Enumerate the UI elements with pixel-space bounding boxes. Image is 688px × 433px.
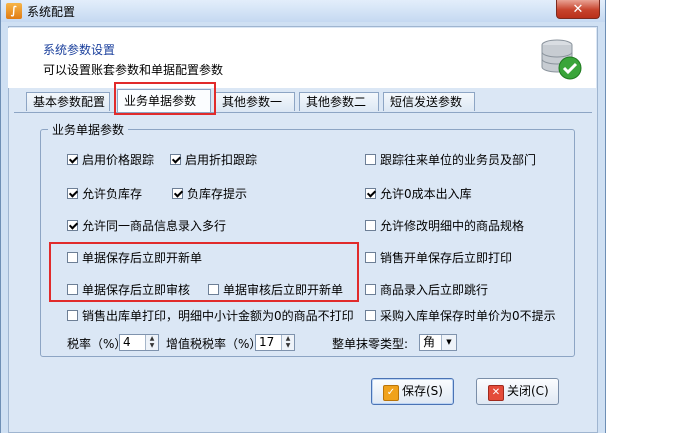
track-unit-staff-checkbox[interactable]: 跟踪往来单位的业务员及部门 (365, 152, 536, 168)
header-title: 系统参数设置 (43, 43, 116, 57)
checkbox-box (67, 188, 78, 199)
tab-other-params-2[interactable]: 其他参数二 (299, 92, 379, 111)
allow-negative-stock-checkbox[interactable]: 允许负库存 (67, 186, 142, 202)
spin-arrows[interactable]: ▲ ▼ (145, 335, 158, 350)
close-icon: ✕ (488, 385, 504, 401)
spin-up-icon[interactable]: ▲ (282, 335, 294, 342)
checkbox-box (170, 154, 181, 165)
checkbox-box (365, 310, 376, 321)
checkbox-label: 销售出库单打印，明细中小计金额为0的商品不打印 (82, 309, 354, 323)
spin-arrows[interactable]: ▲ ▼ (281, 335, 294, 350)
vat-rate-value: 17 (259, 335, 275, 349)
title-bar[interactable]: ∫ 系统配置 ✕ (1, 0, 605, 22)
tax-rate-value: 4 (123, 335, 131, 349)
checkbox-box (365, 154, 376, 165)
checkbox-label: 启用价格跟踪 (82, 153, 155, 167)
header-subtitle: 可以设置账套参数和单据配置参数 (43, 63, 224, 77)
no-print-zero-checkbox[interactable]: 销售出库单打印，明细中小计金额为0的商品不打印 (67, 308, 354, 324)
checkbox-box (365, 284, 376, 295)
header-panel: 系统参数设置 可以设置账套参数和单据配置参数 (8, 28, 596, 88)
dropdown-arrow-icon[interactable]: ▼ (441, 335, 456, 350)
allow-multi-line-checkbox[interactable]: 允许同一商品信息录入多行 (67, 218, 226, 234)
spin-down-icon[interactable]: ▼ (146, 342, 158, 349)
vat-rate-input[interactable]: 17 ▲ ▼ (255, 334, 295, 351)
window-title: 系统配置 (27, 5, 76, 19)
spin-down-icon[interactable]: ▼ (282, 342, 294, 349)
checkbox-label: 采购入库单保存时单价为0不提示 (380, 309, 556, 323)
checkbox-box (67, 220, 78, 231)
checkbox-box (172, 188, 183, 199)
checkbox-label: 商品录入后立即跳行 (380, 283, 489, 297)
vat-rate-label: 增值税税率（%）: (166, 337, 266, 351)
checkbox-label: 负库存提示 (187, 187, 248, 201)
checkbox-label: 允许同一商品信息录入多行 (82, 219, 227, 233)
tax-rate-input[interactable]: 4 ▲ ▼ (119, 334, 159, 351)
negative-stock-hint-checkbox[interactable]: 负库存提示 (172, 186, 247, 202)
allow-zero-cost-checkbox[interactable]: 允许0成本出入库 (365, 186, 472, 202)
checkbox-box (67, 154, 78, 165)
highlight-frame-tab (114, 82, 216, 115)
checkbox-box (365, 188, 376, 199)
price-track-checkbox[interactable]: 启用价格跟踪 (67, 152, 154, 168)
rounding-label: 整单抹零类型: (332, 337, 409, 351)
rounding-select[interactable]: 角 ▼ (419, 334, 457, 351)
highlight-frame-options (49, 242, 359, 302)
no-hint-zero-price-checkbox[interactable]: 采购入库单保存时单价为0不提示 (365, 308, 556, 324)
tab-other-params-1[interactable]: 其他参数一 (215, 92, 295, 111)
save-button[interactable]: ✓ 保存(S) (371, 378, 454, 405)
checkbox-box (365, 220, 376, 231)
close-button[interactable]: ✕ 关闭(C) (476, 378, 559, 405)
checkbox-label: 允许负库存 (82, 187, 143, 201)
group-title: 业务单据参数 (48, 121, 129, 138)
check-icon: ✓ (383, 385, 399, 401)
rounding-value: 角 (423, 335, 436, 349)
checkbox-label: 允许修改明细中的商品规格 (380, 219, 525, 233)
allow-modify-spec-checkbox[interactable]: 允许修改明细中的商品规格 (365, 218, 524, 234)
item-jump-checkbox[interactable]: 商品录入后立即跳行 (365, 282, 488, 298)
tab-basic-params[interactable]: 基本参数配置 (26, 92, 110, 111)
sale-print-checkbox[interactable]: 销售开单保存后立即打印 (365, 250, 512, 266)
database-check-icon (541, 39, 582, 80)
app-icon: ∫ (6, 3, 22, 19)
save-button-label: 保存(S) (402, 384, 443, 398)
checkbox-label: 跟踪往来单位的业务员及部门 (380, 153, 537, 167)
checkbox-label: 启用折扣跟踪 (185, 153, 258, 167)
checkbox-label: 销售开单保存后立即打印 (380, 251, 513, 265)
tab-sms-params[interactable]: 短信发送参数 (383, 92, 475, 111)
tab-strip: 基本参数配置 业务单据参数 其他参数一 其他参数二 短信发送参数 (8, 88, 596, 112)
checkbox-box (67, 310, 78, 321)
close-button-label: 关闭(C) (507, 384, 549, 398)
checkbox-box (365, 252, 376, 263)
discount-track-checkbox[interactable]: 启用折扣跟踪 (170, 152, 257, 168)
spin-up-icon[interactable]: ▲ (146, 335, 158, 342)
checkbox-label: 允许0成本出入库 (380, 187, 472, 201)
window-close-button[interactable]: ✕ (556, 0, 600, 19)
